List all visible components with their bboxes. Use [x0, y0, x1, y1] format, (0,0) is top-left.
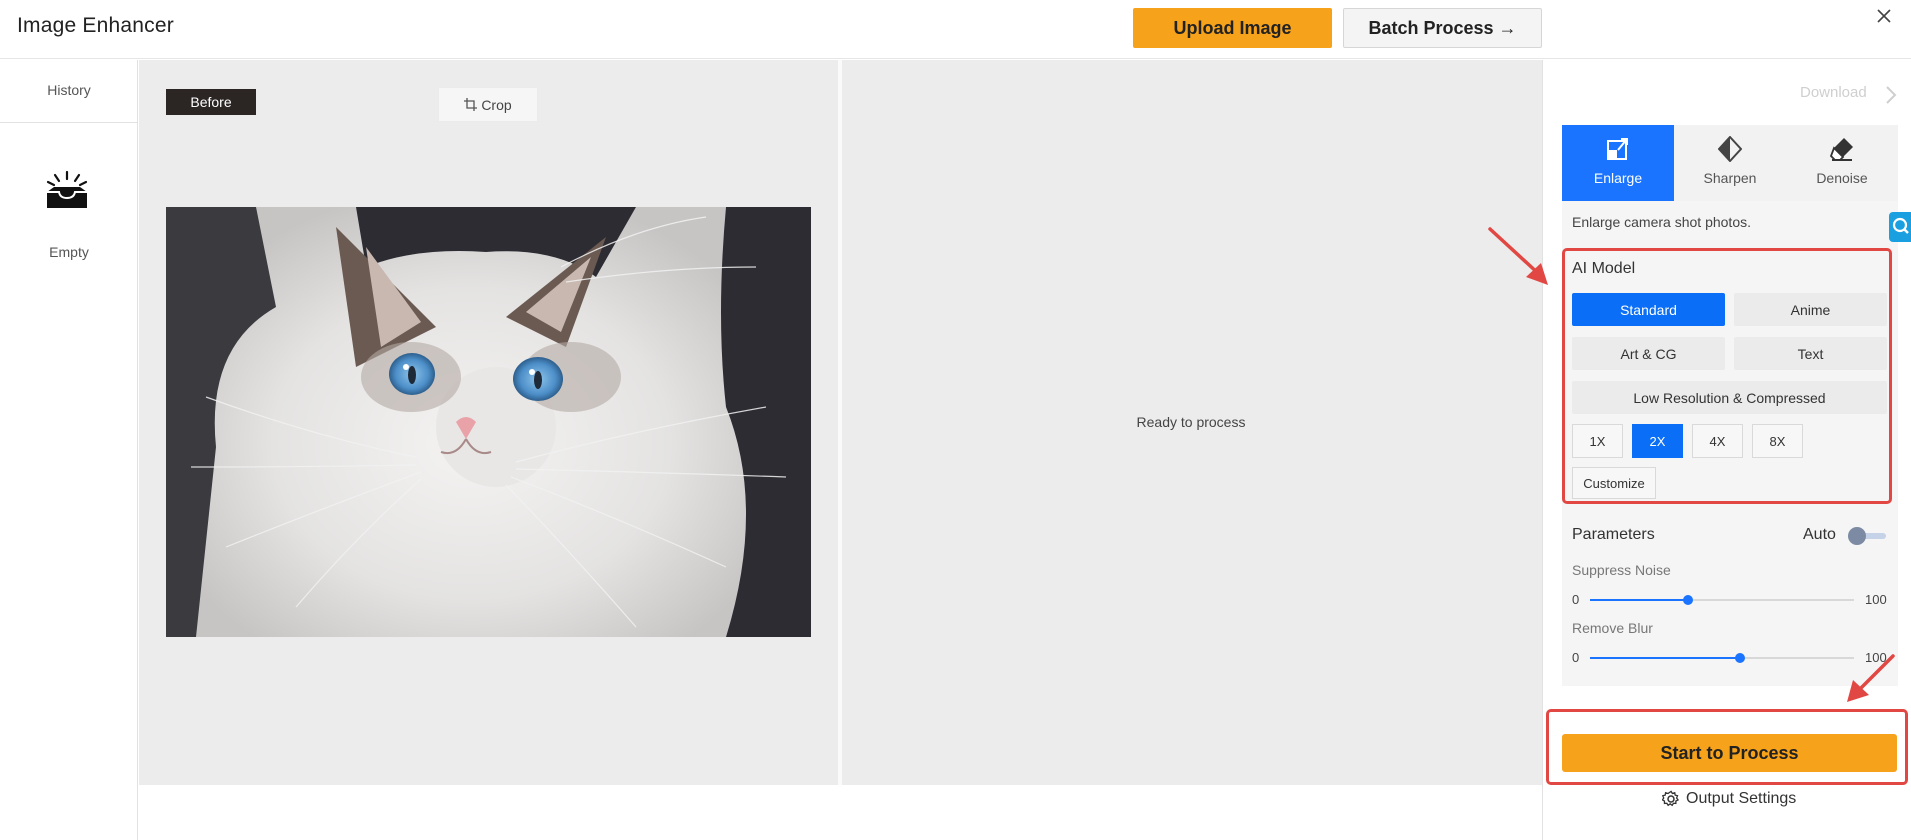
customize-scale-button[interactable]: Customize [1572, 467, 1656, 499]
model-art-cg-button[interactable]: Art & CG [1572, 337, 1725, 370]
download-button[interactable]: Download [1800, 84, 1867, 101]
scale-1x-button[interactable]: 1X [1572, 424, 1623, 458]
auto-label: Auto [1803, 526, 1836, 543]
batch-process-button[interactable]: Batch Process → [1343, 8, 1542, 48]
suppress-noise-min: 0 [1572, 592, 1580, 607]
side-helper-tab[interactable] [1889, 212, 1911, 242]
model-anime-button[interactable]: Anime [1734, 293, 1887, 326]
tab-enlarge-label: Enlarge [1593, 170, 1643, 186]
sharpen-icon [1718, 136, 1742, 162]
gear-icon [1662, 790, 1680, 807]
suppress-noise-fill [1590, 599, 1688, 601]
ai-model-title: AI Model [1572, 260, 1636, 277]
app-title: Image Enhancer [17, 14, 174, 37]
denoise-icon [1830, 138, 1853, 161]
canvas-footer [139, 785, 1542, 840]
mode-description: Enlarge camera shot photos. [1572, 214, 1751, 230]
suppress-noise-max: 100 [1865, 592, 1887, 607]
history-title: History [47, 82, 91, 98]
history-sidebar: History Empty [0, 60, 138, 840]
parameters-title: Parameters [1572, 526, 1655, 543]
auto-toggle[interactable] [1848, 527, 1886, 545]
empty-tray-icon [46, 170, 88, 208]
suppress-noise-thumb[interactable] [1682, 595, 1693, 605]
history-empty-label: Empty [49, 244, 89, 260]
output-settings-button[interactable]: Output Settings [1662, 790, 1796, 808]
remove-blur-fill [1590, 657, 1741, 659]
annotation-highlight-ai-model [1562, 248, 1892, 504]
auto-toggle-knob [1848, 527, 1866, 545]
before-badge: Before [166, 89, 256, 115]
upload-image-button[interactable]: Upload Image [1133, 8, 1332, 48]
crop-icon [464, 98, 478, 111]
mode-tabs: Enlarge Sharpen Denoise [1562, 125, 1898, 201]
annotation-arrow-icon [1488, 227, 1548, 285]
search-icon [1892, 217, 1909, 234]
suppress-noise-slider[interactable] [1590, 595, 1854, 605]
tab-sharpen[interactable]: Sharpen [1674, 125, 1786, 201]
scale-4x-button[interactable]: 4X [1692, 424, 1743, 458]
scale-2x-button[interactable]: 2X [1632, 424, 1683, 458]
model-text-button[interactable]: Text [1734, 337, 1887, 370]
history-divider [0, 122, 138, 123]
tab-sharpen-label: Sharpen [1703, 170, 1757, 186]
result-status-text: Ready to process [1136, 414, 1246, 430]
remove-blur-min: 0 [1572, 650, 1580, 665]
tab-denoise-label: Denoise [1816, 170, 1868, 186]
annotation-arrow-icon [1847, 654, 1895, 702]
model-low-res-button[interactable]: Low Resolution & Compressed [1572, 381, 1887, 414]
enlarge-icon [1607, 138, 1628, 160]
tab-enlarge[interactable]: Enlarge [1562, 125, 1674, 201]
output-settings-label: Output Settings [1686, 790, 1797, 807]
remove-blur-label: Remove Blur [1572, 620, 1653, 636]
chevron-right-icon [1886, 86, 1897, 104]
crop-label: Crop [481, 96, 512, 113]
tab-denoise[interactable]: Denoise [1786, 125, 1898, 201]
crop-button[interactable]: Crop [438, 87, 538, 122]
top-bar: Image Enhancer Upload Image Batch Proces… [0, 0, 1911, 59]
start-process-button[interactable]: Start to Process [1562, 734, 1897, 772]
close-icon[interactable] [1872, 4, 1896, 28]
model-standard-button[interactable]: Standard [1572, 293, 1725, 326]
suppress-noise-label: Suppress Noise [1572, 562, 1671, 578]
source-image [166, 207, 811, 637]
compare-divider[interactable] [838, 60, 842, 785]
scale-8x-button[interactable]: 8X [1752, 424, 1803, 458]
remove-blur-slider[interactable] [1590, 653, 1854, 663]
